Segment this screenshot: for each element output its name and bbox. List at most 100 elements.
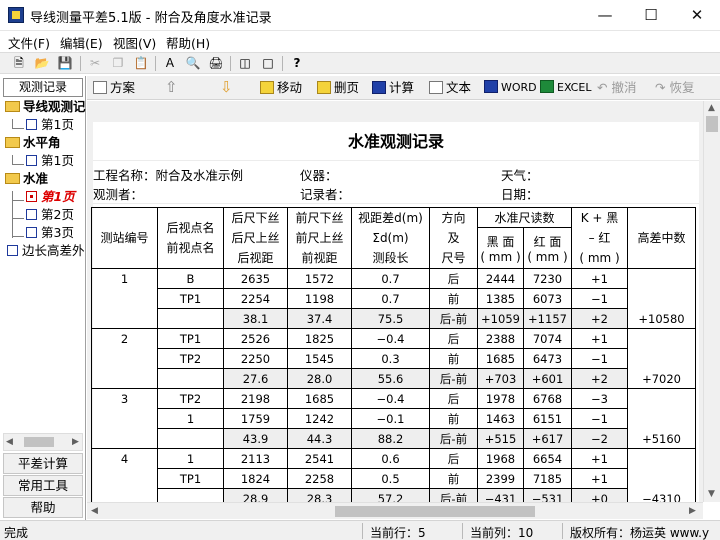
cell-station[interactable]: 4 [91, 448, 158, 502]
cell-black[interactable]: 1968 [477, 448, 524, 469]
tree-item-traverse[interactable]: 导线观测记 [5, 98, 86, 116]
move-down-icon[interactable]: ⇩ [220, 78, 233, 96]
delete-page-button[interactable]: 删页 [317, 80, 359, 96]
cell-black[interactable]: +515 [477, 428, 524, 449]
text-export-button[interactable]: 文本 [429, 80, 471, 96]
cell-height-mean[interactable]: +7020 [627, 328, 697, 389]
cell-dir[interactable]: 前 [429, 288, 478, 309]
cell-red[interactable]: +617 [522, 428, 573, 449]
undo-button[interactable]: ↶ 撤消 [597, 80, 636, 96]
open-folder-icon[interactable]: 📂 [33, 55, 51, 72]
adjustment-calc-button[interactable]: 平差计算 [3, 453, 83, 474]
cell-b[interactable]: 1825 [287, 328, 352, 349]
cell-name[interactable]: TP2 [157, 348, 224, 369]
cell-d[interactable]: 0.6 [351, 448, 430, 469]
copy-icon[interactable]: ❐ [109, 55, 127, 72]
scroll-right-icon[interactable]: ▶ [72, 437, 79, 447]
minimize-button[interactable]: — [582, 0, 628, 30]
common-tools-button[interactable]: 常用工具 [3, 475, 83, 496]
cell-k[interactable]: +1 [571, 328, 629, 349]
save-icon[interactable]: 💾 [56, 55, 74, 72]
date-field[interactable]: 日期： [501, 184, 539, 203]
cell-a[interactable]: 2254 [223, 288, 288, 309]
cell-a[interactable]: 27.6 [223, 368, 288, 389]
horizontal-scrollbar[interactable]: ◀ ▶ [87, 502, 703, 519]
cell-red[interactable]: 6768 [522, 388, 573, 409]
cell-a[interactable]: 38.1 [223, 308, 288, 329]
tree-item-angle-page1[interactable]: 第1页 [26, 152, 74, 170]
cell-a[interactable]: 1824 [223, 468, 288, 489]
cell-red[interactable]: 7230 [522, 268, 573, 289]
maximize-button[interactable]: ☐ [628, 0, 674, 30]
cell-black[interactable]: 1385 [477, 288, 524, 309]
cell-a[interactable]: 2635 [223, 268, 288, 289]
word-export-button[interactable]: WORD [484, 80, 537, 96]
cell-red[interactable]: +601 [522, 368, 573, 389]
move-button[interactable]: 移动 [260, 80, 302, 96]
cell-k[interactable]: +0 [571, 488, 629, 502]
cell-d[interactable]: 0.3 [351, 348, 430, 369]
menu-view[interactable]: 视图(V) [113, 33, 156, 52]
cell-red[interactable]: 6473 [522, 348, 573, 369]
cell-name[interactable]: 1 [157, 408, 224, 429]
cell-b[interactable]: 1242 [287, 408, 352, 429]
cell-b[interactable]: 37.4 [287, 308, 352, 329]
left-horizontal-scrollbar[interactable]: ◀ ▶ [3, 433, 83, 451]
cell-a[interactable]: 1759 [223, 408, 288, 429]
instrument-field[interactable]: 仪器： [300, 165, 338, 184]
cell-dir[interactable]: 后 [429, 328, 478, 349]
cell-d[interactable]: 55.6 [351, 368, 430, 389]
paste-icon[interactable]: 📋 [132, 55, 150, 72]
help-button[interactable]: 帮助 [3, 497, 83, 518]
tree-item-traverse-page1[interactable]: 第1页 [26, 116, 74, 134]
cell-k[interactable]: +2 [571, 308, 629, 329]
weather-field[interactable]: 天气： [501, 165, 539, 184]
cell-a[interactable]: 2250 [223, 348, 288, 369]
cell-black[interactable]: 1978 [477, 388, 524, 409]
project-name[interactable]: 工程名称：附合及水准示例 [93, 165, 243, 184]
menu-edit[interactable]: 编辑(E) [60, 33, 103, 52]
vertical-scroll-thumb[interactable] [706, 116, 718, 132]
cell-red[interactable]: +1157 [522, 308, 573, 329]
cell-name[interactable]: B [157, 268, 224, 289]
cell-height-mean[interactable]: +5160 [627, 388, 697, 449]
cell-a[interactable]: 28.9 [223, 488, 288, 502]
cell-d[interactable]: 75.5 [351, 308, 430, 329]
cell-k[interactable]: −1 [571, 408, 629, 429]
cell-red[interactable]: 6073 [522, 288, 573, 309]
cell-red[interactable]: 7185 [522, 468, 573, 489]
cell-k[interactable]: +2 [571, 368, 629, 389]
menu-help[interactable]: 帮助(H) [166, 33, 210, 52]
cell-name[interactable] [157, 428, 224, 449]
cell-name[interactable]: 1 [157, 448, 224, 469]
move-up-icon[interactable]: ⇧ [165, 78, 178, 96]
cell-d[interactable]: 88.2 [351, 428, 430, 449]
print-icon[interactable]: 🖨 [207, 55, 225, 72]
cell-height-mean[interactable]: −4310 [627, 448, 697, 502]
cell-dir[interactable]: 前 [429, 408, 478, 429]
excel-export-button[interactable]: EXCEL [540, 80, 591, 96]
cell-name[interactable]: TP1 [157, 328, 224, 349]
cell-dir[interactable]: 后-前 [429, 488, 478, 502]
cell-k[interactable]: +1 [571, 448, 629, 469]
scroll-left-icon[interactable]: ◀ [6, 437, 13, 447]
redo-button[interactable]: ↷ 恢复 [655, 80, 694, 96]
recorder-field[interactable]: 记录者： [300, 184, 350, 203]
cell-b[interactable]: 1572 [287, 268, 352, 289]
cell-b[interactable]: 28.3 [287, 488, 352, 502]
window-layout-icon[interactable]: □ [259, 55, 277, 72]
cell-a[interactable]: 2113 [223, 448, 288, 469]
tree-item-horizontal-angle[interactable]: 水平角 [5, 134, 61, 152]
cell-a[interactable]: 2198 [223, 388, 288, 409]
cell-a[interactable]: 2526 [223, 328, 288, 349]
cell-black[interactable]: +703 [477, 368, 524, 389]
cell-black[interactable]: −431 [477, 488, 524, 502]
print-preview-icon[interactable]: 🔍 [184, 55, 202, 72]
cell-red[interactable]: 6654 [522, 448, 573, 469]
tab-observation-record[interactable]: 观测记录 [3, 78, 83, 97]
cell-red[interactable]: 7074 [522, 328, 573, 349]
cell-name[interactable]: TP1 [157, 468, 224, 489]
scheme-button[interactable]: 方案 [93, 80, 135, 96]
cell-d[interactable]: 0.7 [351, 288, 430, 309]
cell-d[interactable]: 57.2 [351, 488, 430, 502]
